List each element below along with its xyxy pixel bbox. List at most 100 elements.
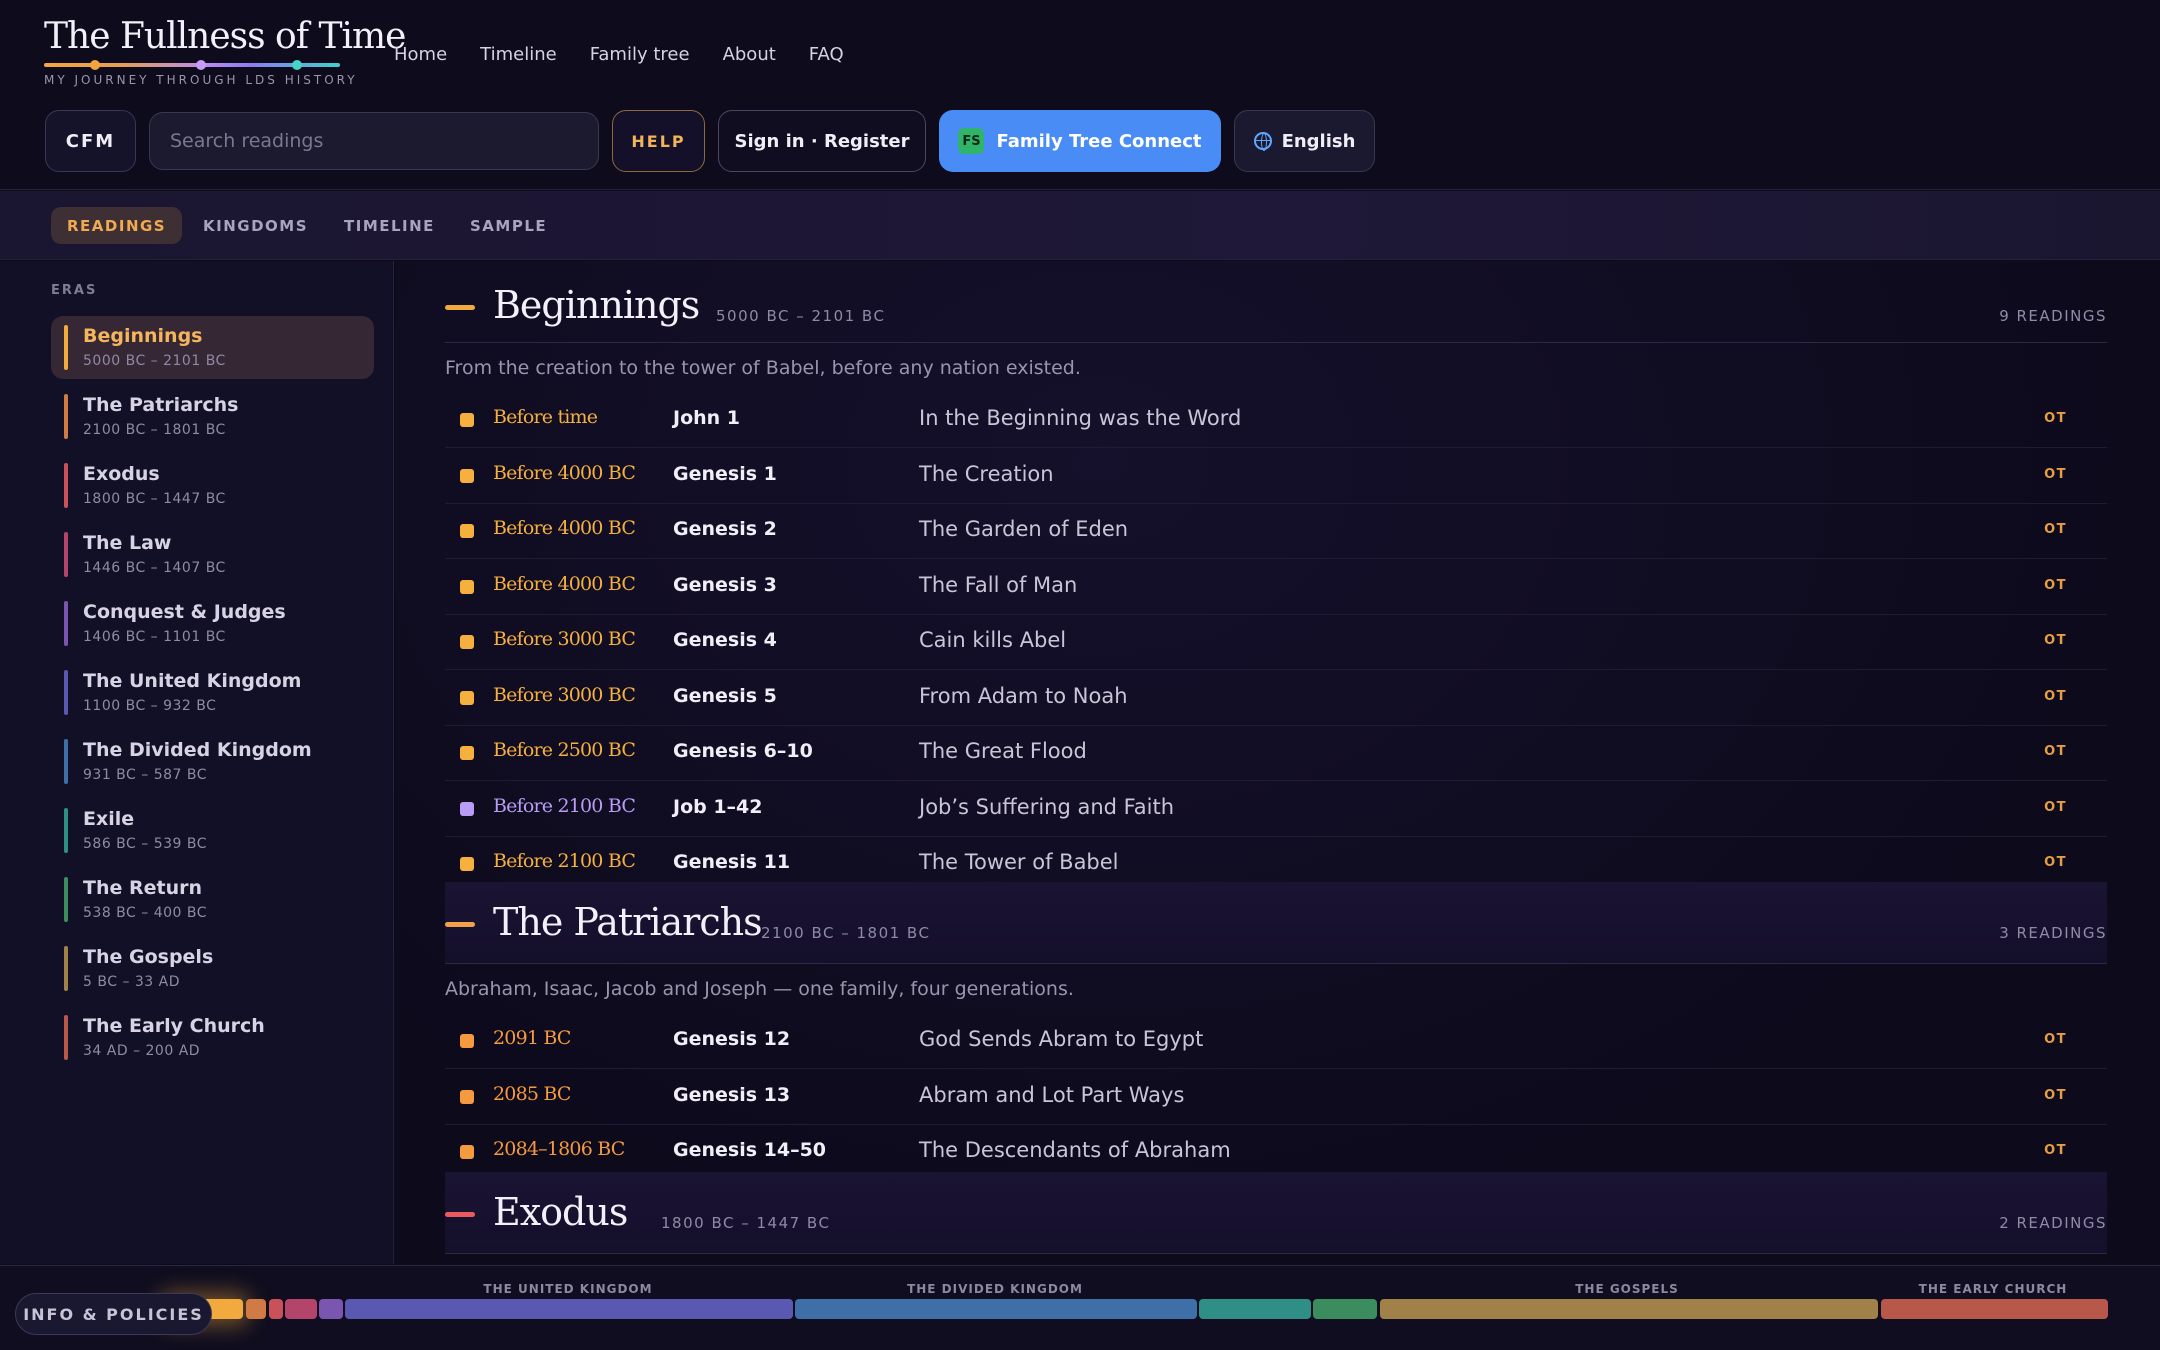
- section-reading-count: 9 READINGS: [1999, 307, 2107, 325]
- search-input[interactable]: [149, 112, 599, 170]
- tab-readings[interactable]: READINGS: [51, 207, 183, 244]
- reading-row[interactable]: Before 2500 BC Genesis 6–10 The Great Floo…: [445, 726, 2107, 781]
- section-accent-dash: [445, 922, 475, 927]
- era-range: 34 AD – 200 AD: [83, 1043, 201, 1059]
- timeline-era-segment[interactable]: [269, 1299, 283, 1319]
- sidebar-era-item[interactable]: The Return 538 BC – 400 BC: [51, 868, 374, 931]
- sidebar-era-item[interactable]: The Divided Kingdom 931 BC – 587 BC: [51, 730, 374, 793]
- nav-home[interactable]: Home: [394, 44, 447, 65]
- info-policies-button[interactable]: INFO & POLICIES: [15, 1293, 212, 1335]
- sidebar-era-item[interactable]: Exodus 1800 BC – 1447 BC: [51, 454, 374, 517]
- sidebar-era-item[interactable]: Exile 586 BC – 539 BC: [51, 799, 374, 862]
- reading-testament-tag: OT: [2044, 800, 2067, 815]
- timeline-era-segment[interactable]: [1199, 1299, 1311, 1319]
- timeline-era-segment[interactable]: [1380, 1299, 1878, 1319]
- sidebar-era-item[interactable]: The Early Church 34 AD – 200 AD: [51, 1006, 374, 1069]
- timeline-label: THE UNITED KINGDOM: [483, 1282, 653, 1296]
- section-title: Beginnings: [493, 283, 700, 327]
- reading-row[interactable]: Before 3000 BC Genesis 4 Cain kills Abel OT: [445, 615, 2107, 670]
- section-reading-count: 2 READINGS: [1999, 1214, 2107, 1232]
- era-range: 1446 BC – 1407 BC: [83, 560, 226, 576]
- main-nav: Home Timeline Family tree About FAQ: [394, 44, 844, 65]
- timeline-era-segment[interactable]: [345, 1299, 793, 1319]
- section-range: 2100 BC – 1801 BC: [761, 924, 931, 942]
- globe-icon: [1253, 132, 1272, 151]
- era-range: 1406 BC – 1101 BC: [83, 629, 226, 645]
- readings-list: Beginnings 5000 BC – 2101 BC 9 READINGS Fro…: [395, 261, 2160, 1264]
- era-name: The Patriarchs: [83, 394, 239, 416]
- tab-kingdoms[interactable]: KINGDOMS: [187, 207, 324, 244]
- nav-about[interactable]: About: [723, 44, 776, 65]
- reading-row[interactable]: Before 3000 BC Genesis 5 From Adam to Noah…: [445, 671, 2107, 726]
- reading-title: From Adam to Noah: [919, 684, 1128, 708]
- eras-sidebar: ERAS Beginnings 5000 BC – 2101 BC The Patr…: [0, 261, 394, 1264]
- timeline-era-segment[interactable]: [246, 1299, 266, 1319]
- era-color-bar: [64, 601, 68, 646]
- section-title: Exodus: [493, 1190, 628, 1234]
- era-name: Beginnings: [83, 325, 203, 347]
- reading-color-dot: [460, 746, 474, 760]
- reading-row[interactable]: Before time John 1 In the Beginning was th…: [445, 393, 2107, 448]
- era-name: The Divided Kingdom: [83, 739, 312, 761]
- reading-testament-tag: OT: [2044, 578, 2067, 593]
- section-header: Exodus 1800 BC – 1447 BC 2 READINGS: [445, 1172, 2107, 1254]
- reading-color-dot: [460, 413, 474, 427]
- reading-date: Before 3000 BC: [493, 684, 636, 706]
- cfm-button[interactable]: CFM: [45, 110, 136, 172]
- reading-row[interactable]: Before 4000 BC Genesis 3 The Fall of Man OT: [445, 560, 2107, 615]
- era-range: 2100 BC – 1801 BC: [83, 422, 226, 438]
- reading-date: 2091 BC: [493, 1027, 571, 1049]
- era-name: Exile: [83, 808, 135, 830]
- reading-row[interactable]: Before 4000 BC Genesis 2 The Garden of Ede…: [445, 504, 2107, 559]
- reading-title: Cain kills Abel: [919, 628, 1067, 652]
- reading-color-dot: [460, 857, 474, 871]
- reading-testament-tag: OT: [2044, 855, 2067, 870]
- sidebar-era-item[interactable]: The Patriarchs 2100 BC – 1801 BC: [51, 385, 374, 448]
- reading-testament-tag: OT: [2044, 689, 2067, 704]
- reading-testament-tag: OT: [2044, 522, 2067, 537]
- reading-title: In the Beginning was the Word: [919, 406, 1242, 430]
- section-accent-dash: [445, 305, 475, 310]
- family-tree-connect-button[interactable]: FS Family Tree Connect: [939, 110, 1221, 172]
- reading-title: The Creation: [919, 462, 1054, 486]
- sidebar-era-item[interactable]: The United Kingdom 1100 BC – 932 BC: [51, 661, 374, 724]
- help-button[interactable]: HELP: [612, 110, 705, 172]
- timeline-label: THE DIVIDED KINGDOM: [907, 1282, 1083, 1296]
- view-tabs: READINGS KINGDOMS TIMELINE SAMPLE: [0, 191, 2160, 260]
- sidebar-era-item[interactable]: Beginnings 5000 BC – 2101 BC: [51, 316, 374, 379]
- era-color-bar: [64, 808, 68, 853]
- timeline-era-segment[interactable]: [1881, 1299, 2108, 1319]
- nav-family-tree[interactable]: Family tree: [590, 44, 690, 65]
- reading-row[interactable]: 2085 BC Genesis 13 Abram and Lot Part Ways…: [445, 1070, 2107, 1125]
- nav-faq[interactable]: FAQ: [809, 44, 844, 65]
- section-header: The Patriarchs 2100 BC – 1801 BC 3 READING…: [445, 882, 2107, 964]
- reading-reference: Genesis 13: [673, 1084, 791, 1106]
- timeline-era-segment[interactable]: [795, 1299, 1197, 1319]
- reading-date: Before 2100 BC: [493, 795, 636, 817]
- reading-reference: Job 1–42: [673, 796, 763, 818]
- sidebar-era-item[interactable]: The Gospels 5 BC – 33 AD: [51, 937, 374, 1000]
- reading-date: Before time: [493, 406, 598, 428]
- era-range: 586 BC – 539 BC: [83, 836, 208, 852]
- era-color-bar: [64, 670, 68, 715]
- reading-row[interactable]: 2091 BC Genesis 12 God Sends Abram to Egyp…: [445, 1014, 2107, 1069]
- site-logo[interactable]: The Fullness of Time MY JOURNEY THROUGH …: [44, 16, 406, 87]
- timeline-footer: THE UNITED KINGDOM THE DIVIDED KINGDOM T…: [0, 1265, 2160, 1350]
- timeline-era-segment[interactable]: [285, 1299, 317, 1319]
- sign-in-register-button[interactable]: Sign in · Register: [718, 110, 926, 172]
- era-color-bar: [64, 877, 68, 922]
- reading-date: Before 4000 BC: [493, 462, 636, 484]
- nav-timeline[interactable]: Timeline: [480, 44, 557, 65]
- language-button[interactable]: English: [1234, 110, 1375, 172]
- reading-testament-tag: OT: [2044, 467, 2067, 482]
- reading-date: Before 4000 BC: [493, 517, 636, 539]
- tab-sample[interactable]: SAMPLE: [454, 207, 563, 244]
- tab-timeline[interactable]: TIMELINE: [328, 207, 451, 244]
- sidebar-era-item[interactable]: Conquest & Judges 1406 BC – 1101 BC: [51, 592, 374, 655]
- timeline-era-segment[interactable]: [1313, 1299, 1377, 1319]
- reading-row[interactable]: Before 4000 BC Genesis 1 The Creation OT: [445, 449, 2107, 504]
- reading-row[interactable]: Before 2100 BC Job 1–42 Job’s Suffering an…: [445, 782, 2107, 837]
- sidebar-era-item[interactable]: The Law 1446 BC – 1407 BC: [51, 523, 374, 586]
- section-range: 5000 BC – 2101 BC: [716, 307, 886, 325]
- timeline-era-segment[interactable]: [319, 1299, 343, 1319]
